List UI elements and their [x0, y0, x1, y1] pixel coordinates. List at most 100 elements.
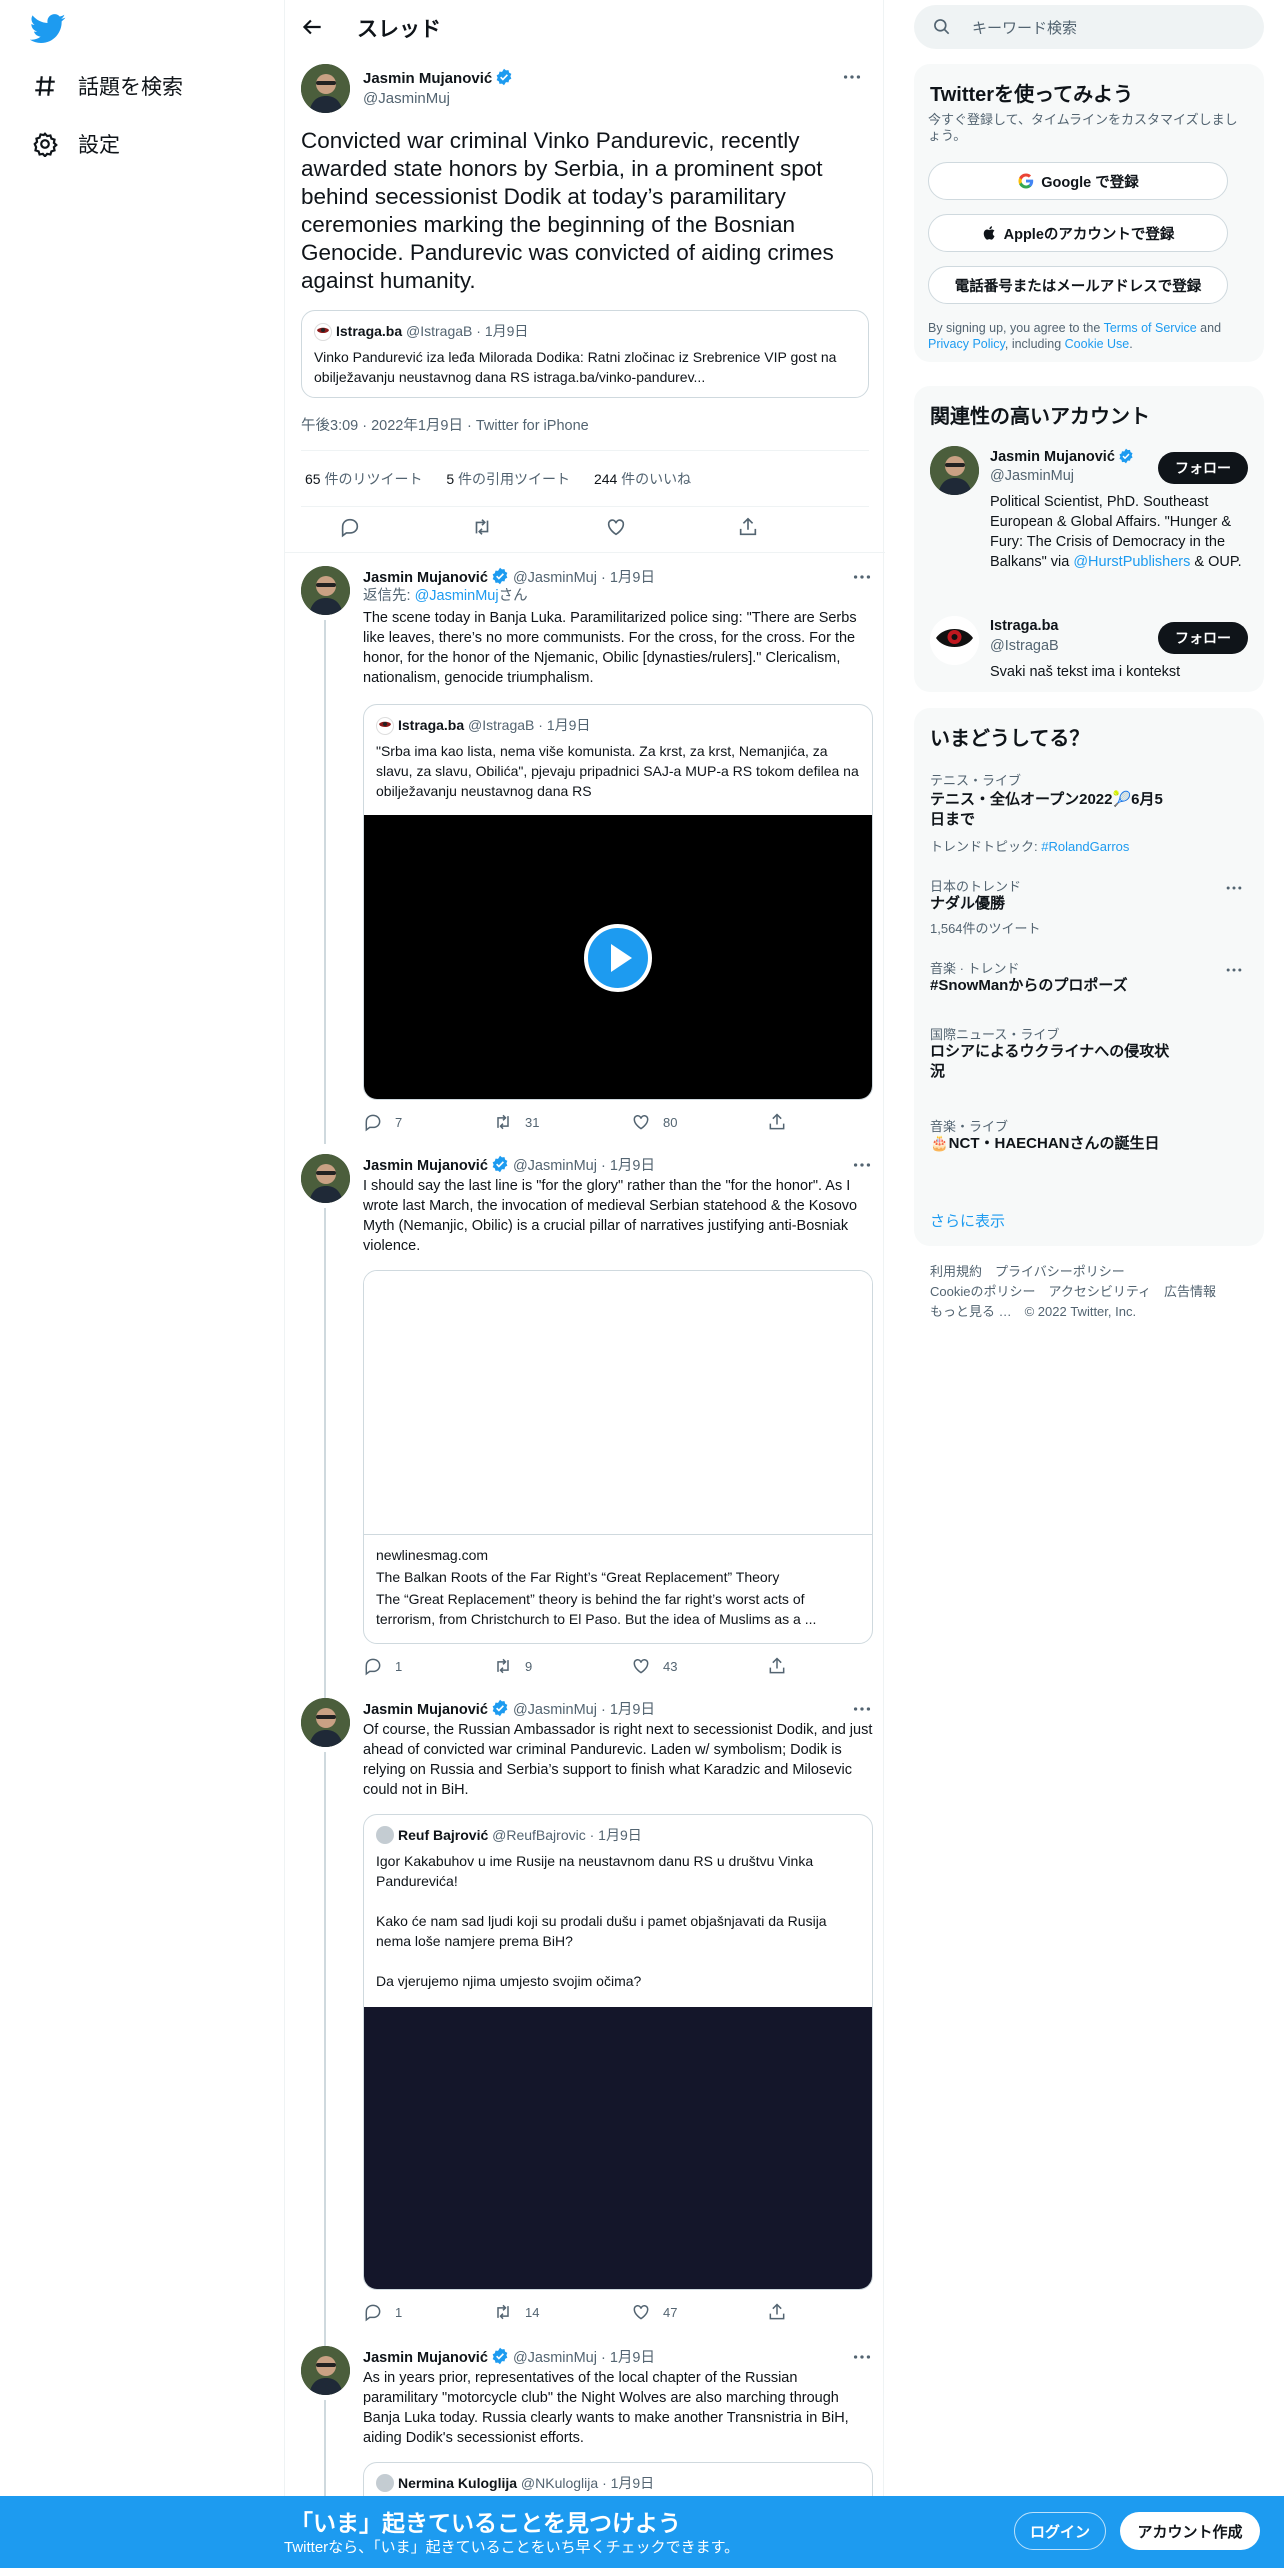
- google-signup-button[interactable]: Google で登録: [928, 162, 1228, 200]
- author-name[interactable]: Jasmin Mujanović: [363, 1158, 488, 1174]
- avatar[interactable]: [301, 1698, 350, 1747]
- show-more-link[interactable]: さらに表示: [930, 1210, 1005, 1231]
- more-options-icon[interactable]: [851, 566, 873, 588]
- like-action[interactable]: 80: [631, 1112, 677, 1132]
- quote-media[interactable]: [364, 2007, 872, 2289]
- trend-topic-link[interactable]: #RolandGarros: [1041, 839, 1129, 854]
- play-button-icon[interactable]: [584, 924, 652, 992]
- follow-button[interactable]: フォロー: [1158, 622, 1248, 654]
- bio-link[interactable]: @HurstPublishers: [1073, 554, 1190, 570]
- retweet-action[interactable]: 31: [493, 1112, 539, 1132]
- footer-line[interactable]: 利用規約 プライバシーポリシー: [930, 1262, 1216, 1282]
- trend-sub: トレンドトピック: #RolandGarros: [930, 839, 1130, 854]
- tweet-text: The scene today in Banja Luka. Paramilit…: [363, 610, 857, 686]
- more-options-icon[interactable]: [1224, 960, 1244, 980]
- account-row[interactable]: Istraga.ba @IstragaB フォロー Svaki naš teks…: [914, 616, 1264, 686]
- quoted-tweet[interactable]: Istraga.ba @IstragaB · 1月9日 "Srba ima ka…: [363, 704, 873, 1100]
- verified-badge-icon: [1119, 448, 1133, 464]
- share-action[interactable]: [767, 1112, 799, 1132]
- privacy-link[interactable]: Privacy Policy: [928, 337, 1005, 351]
- main-tweet: Jasmin Mujanović @JasminMuj Convicted wa…: [285, 60, 885, 570]
- back-arrow-icon[interactable]: [299, 14, 325, 40]
- apple-signup-button[interactable]: Appleのアカウントで登録: [928, 214, 1228, 252]
- relevant-accounts-panel: 関連性の高いアカウント Jasmin Mujanović @JasminMuj …: [914, 386, 1264, 692]
- more-options-icon[interactable]: [851, 1154, 873, 1176]
- trend-item[interactable]: テニス・ライブ テニス・全仏オープン2022🎾6月5日まで トレンドトピック: …: [914, 770, 1264, 866]
- retweet-count[interactable]: 65 件のリツイート: [305, 471, 422, 487]
- author-handle[interactable]: @JasminMuj: [513, 2350, 597, 2366]
- avatar[interactable]: [301, 566, 350, 615]
- replying-to-link[interactable]: @JasminMuj: [415, 588, 499, 604]
- search-bar[interactable]: キーワード検索: [914, 5, 1264, 49]
- author-name[interactable]: Jasmin Mujanović: [363, 570, 488, 586]
- author-name[interactable]: Jasmin Mujanović: [363, 68, 513, 87]
- tweet-date[interactable]: · 1月9日: [601, 2350, 655, 2366]
- tweet-date[interactable]: · 1月9日: [601, 1158, 655, 1174]
- twitter-logo-icon[interactable]: [30, 14, 66, 44]
- cookie-link[interactable]: Cookie Use: [1065, 337, 1130, 351]
- quote-handle: @NKuloglija: [520, 2475, 599, 2491]
- share-icon[interactable]: [737, 516, 759, 538]
- follow-button[interactable]: フォロー: [1158, 452, 1248, 484]
- trend-item[interactable]: 音楽 · トレンド #SnowManからのプロポーズ: [914, 958, 1264, 1006]
- footer-line[interactable]: もっと見る … © 2022 Twitter, Inc.: [930, 1302, 1216, 1322]
- reply-action[interactable]: 7: [363, 1112, 402, 1132]
- terms-link[interactable]: Terms of Service: [1104, 321, 1197, 335]
- share-action[interactable]: [767, 2302, 799, 2322]
- account-row[interactable]: Jasmin Mujanović @JasminMuj フォロー Politic…: [914, 446, 1264, 596]
- author-handle[interactable]: @JasminMuj: [363, 90, 450, 107]
- retweet-action[interactable]: 9: [493, 1656, 532, 1676]
- login-button[interactable]: ログイン: [1014, 2512, 1106, 2550]
- tweet-date[interactable]: · 1月9日: [601, 1702, 655, 1718]
- video-player[interactable]: [364, 815, 872, 1099]
- more-options-icon[interactable]: [851, 2346, 873, 2368]
- footer-line[interactable]: Cookieのポリシー アクセシビリティ 広告情報: [930, 1282, 1216, 1302]
- trend-item[interactable]: 日本のトレンド ナダル優勝 1,564件のツイート: [914, 876, 1264, 940]
- like-count[interactable]: 244 件のいいね: [594, 471, 691, 487]
- nav-explore[interactable]: 話題を検索: [32, 66, 183, 106]
- trend-item[interactable]: 国際ニュース・ライブ ロシアによるウクライナへの侵攻状況: [914, 1024, 1264, 1094]
- thread-line: [324, 2400, 326, 2496]
- avatar[interactable]: [301, 2346, 350, 2395]
- author-handle[interactable]: @JasminMuj: [513, 1702, 597, 1718]
- quoted-tweet[interactable]: Reuf Bajrović @ReufBajrovic · 1月9日 Igor …: [363, 1814, 873, 2290]
- author-name[interactable]: Jasmin Mujanović: [363, 2350, 488, 2366]
- avatar[interactable]: [930, 446, 979, 495]
- reply-action[interactable]: 1: [363, 1656, 402, 1676]
- reply-action[interactable]: 1: [363, 2302, 402, 2322]
- author-name[interactable]: Jasmin Mujanović: [363, 1702, 488, 1718]
- reply-header: Jasmin Mujanović @JasminMuj · 1月9日: [363, 1698, 655, 1719]
- author-handle[interactable]: @JasminMuj: [513, 1158, 597, 1174]
- trend-title: 🎂NCT・HAECHANさんの誕生日: [930, 1135, 1160, 1152]
- quote-date: · 1月9日: [538, 717, 591, 733]
- like-action[interactable]: 43: [631, 1656, 677, 1676]
- quote-avatar: [376, 2474, 394, 2492]
- like-heart-icon[interactable]: [605, 516, 627, 538]
- author-handle[interactable]: @JasminMuj: [513, 570, 597, 586]
- avatar[interactable]: [301, 1154, 350, 1203]
- reply-icon[interactable]: [339, 516, 361, 538]
- quote-date: · 1月9日: [589, 1827, 642, 1843]
- trend-category: 音楽・ライブ: [930, 1119, 1009, 1134]
- like-action[interactable]: 47: [631, 2302, 677, 2322]
- share-action[interactable]: [767, 1656, 799, 1676]
- google-signup-label: Google で登録: [1041, 174, 1139, 191]
- retweet-icon[interactable]: [471, 516, 493, 538]
- more-options-icon[interactable]: [851, 1698, 873, 1720]
- link-card[interactable]: newlinesmag.com The Balkan Roots of the …: [363, 1270, 873, 1644]
- search-input[interactable]: キーワード検索: [972, 17, 1077, 38]
- avatar[interactable]: [301, 64, 350, 113]
- trend-item[interactable]: 音楽・ライブ 🎂NCT・HAECHANさんの誕生日: [914, 1116, 1264, 1164]
- quote-count[interactable]: 5 件の引用ツイート: [446, 471, 570, 487]
- quoted-tweet[interactable]: Istraga.ba @IstragaB · 1月9日 Vinko Pandur…: [301, 310, 869, 398]
- tweet-date[interactable]: · 1月9日: [601, 570, 655, 586]
- nav-settings[interactable]: 設定: [32, 124, 120, 164]
- avatar[interactable]: [930, 616, 979, 665]
- more-options-icon[interactable]: [841, 66, 863, 88]
- reply-icon: [365, 1658, 381, 1676]
- create-account-button[interactable]: アカウント作成: [1120, 2512, 1260, 2550]
- phone-email-signup-button[interactable]: 電話番号またはメールアドレスで登録: [928, 266, 1228, 304]
- tweet-text: I should say the last line is "for the g…: [363, 1178, 858, 1254]
- retweet-action[interactable]: 14: [493, 2302, 539, 2322]
- more-options-icon[interactable]: [1224, 878, 1244, 898]
